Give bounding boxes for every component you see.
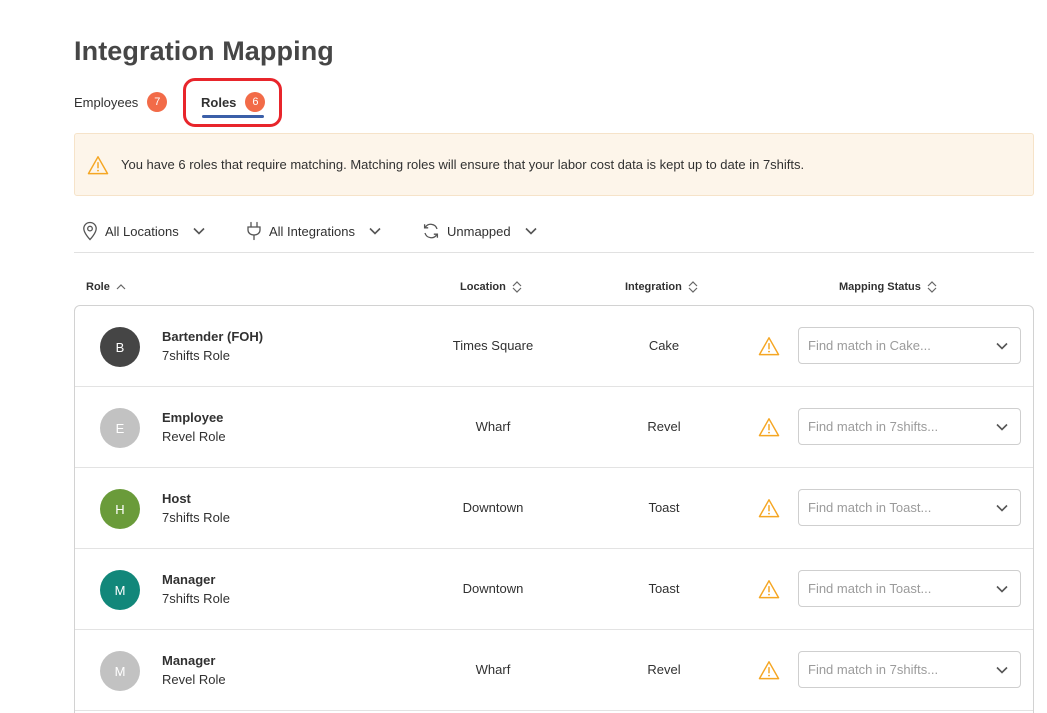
tab-employees[interactable]: Employees 7	[74, 88, 168, 116]
table-row: M Manager Revel Role Wharf Revel Find ma…	[75, 630, 1033, 711]
column-header-mapping-status[interactable]: Mapping Status	[839, 281, 937, 293]
integration-cell: Cake	[648, 338, 680, 353]
chevron-down-icon	[369, 227, 381, 235]
active-tab-indicator	[202, 115, 264, 118]
role-name: Employee	[162, 410, 224, 425]
match-select-placeholder: Find match in 7shifts...	[808, 419, 939, 434]
mapping-status-filter-label: Unmapped	[447, 223, 511, 239]
location-filter[interactable]: All Locations	[82, 219, 205, 243]
warning-icon	[758, 580, 780, 599]
roles-table: B Bartender (FOH) 7shifts Role Times Squ…	[74, 305, 1034, 713]
column-header-location-label: Location	[460, 281, 506, 293]
column-header-role[interactable]: Role	[86, 281, 126, 293]
warning-icon	[758, 418, 780, 437]
integration-filter-label: All Integrations	[269, 223, 355, 239]
match-select-placeholder: Find match in Toast...	[808, 500, 932, 515]
location-cell: Wharf	[475, 419, 511, 434]
avatar: B	[100, 327, 140, 367]
match-select[interactable]: Find match in Toast...	[798, 570, 1021, 607]
tab-employees-label: Employees	[74, 94, 139, 110]
avatar: M	[100, 651, 140, 691]
sort-ascending-icon	[116, 284, 126, 290]
role-name: Manager	[162, 572, 216, 587]
filter-bar: All Locations All Integrations Unmapped	[74, 215, 1034, 253]
warning-alert: You have 6 roles that require matching. …	[74, 133, 1034, 196]
role-source: Revel Role	[162, 672, 226, 687]
tab-roles-label: Roles	[201, 94, 237, 110]
location-cell: Downtown	[462, 500, 524, 515]
column-header-mapping-status-label: Mapping Status	[839, 281, 921, 293]
role-source: 7shifts Role	[162, 591, 230, 606]
match-select-placeholder: Find match in Cake...	[808, 338, 931, 353]
chevron-down-icon	[996, 666, 1008, 674]
tab-roles-count-badge: 6	[245, 92, 266, 112]
match-select[interactable]: Find match in 7shifts...	[798, 651, 1021, 688]
chevron-down-icon	[996, 423, 1008, 431]
role-name: Manager	[162, 653, 216, 668]
column-header-integration-label: Integration	[625, 281, 682, 293]
chevron-down-icon	[193, 227, 205, 235]
avatar: M	[100, 570, 140, 610]
warning-icon	[758, 337, 780, 356]
warning-icon	[758, 661, 780, 680]
table-row: H Host 7shifts Role Downtown Toast Find …	[75, 468, 1033, 549]
match-select[interactable]: Find match in 7shifts...	[798, 408, 1021, 445]
chevron-down-icon	[996, 342, 1008, 350]
location-filter-label: All Locations	[105, 223, 179, 239]
integration-cell: Toast	[648, 581, 680, 596]
column-header-integration[interactable]: Integration	[625, 281, 698, 293]
warning-icon	[87, 155, 109, 174]
chevron-down-icon	[996, 504, 1008, 512]
sync-icon	[423, 223, 439, 239]
table-row: E Employee Revel Role Wharf Revel Find m…	[75, 387, 1033, 468]
match-select[interactable]: Find match in Cake...	[798, 327, 1021, 364]
alert-message: You have 6 roles that require matching. …	[121, 157, 805, 172]
integration-cell: Revel	[647, 419, 681, 434]
sort-icon	[927, 281, 937, 293]
table-row: M Manager 7shifts Role Downtown Toast Fi…	[75, 549, 1033, 630]
role-source: Revel Role	[162, 429, 226, 444]
page-title: Integration Mapping	[74, 36, 334, 66]
role-name: Bartender (FOH)	[162, 329, 264, 344]
location-cell: Times Square	[452, 338, 534, 353]
integration-cell: Toast	[648, 500, 680, 515]
location-cell: Wharf	[475, 662, 511, 677]
match-select-placeholder: Find match in Toast...	[808, 581, 932, 596]
integration-filter[interactable]: All Integrations	[246, 219, 381, 243]
location-pin-icon	[83, 221, 97, 241]
avatar: E	[100, 408, 140, 448]
chevron-down-icon	[525, 227, 537, 235]
tab-roles[interactable]: Roles 6	[201, 88, 266, 116]
tab-employees-count-badge: 7	[147, 92, 168, 112]
warning-icon	[758, 499, 780, 518]
sort-icon	[688, 281, 698, 293]
match-select-placeholder: Find match in 7shifts...	[808, 662, 939, 677]
column-header-role-label: Role	[86, 281, 110, 293]
tab-bar: Employees 7 Roles 6	[74, 88, 374, 120]
mapping-status-filter[interactable]: Unmapped	[422, 219, 537, 243]
integration-cell: Revel	[647, 662, 681, 677]
table-header: Role Location Integration Mapping Status	[74, 278, 1034, 300]
chevron-down-icon	[996, 585, 1008, 593]
role-name: Host	[162, 491, 191, 506]
location-cell: Downtown	[462, 581, 524, 596]
sort-icon	[512, 281, 522, 293]
match-select[interactable]: Find match in Toast...	[798, 489, 1021, 526]
avatar: H	[100, 489, 140, 529]
plug-icon	[247, 221, 261, 241]
role-source: 7shifts Role	[162, 510, 230, 525]
table-row: B Bartender (FOH) 7shifts Role Times Squ…	[75, 306, 1033, 387]
column-header-location[interactable]: Location	[460, 281, 522, 293]
role-source: 7shifts Role	[162, 348, 230, 363]
